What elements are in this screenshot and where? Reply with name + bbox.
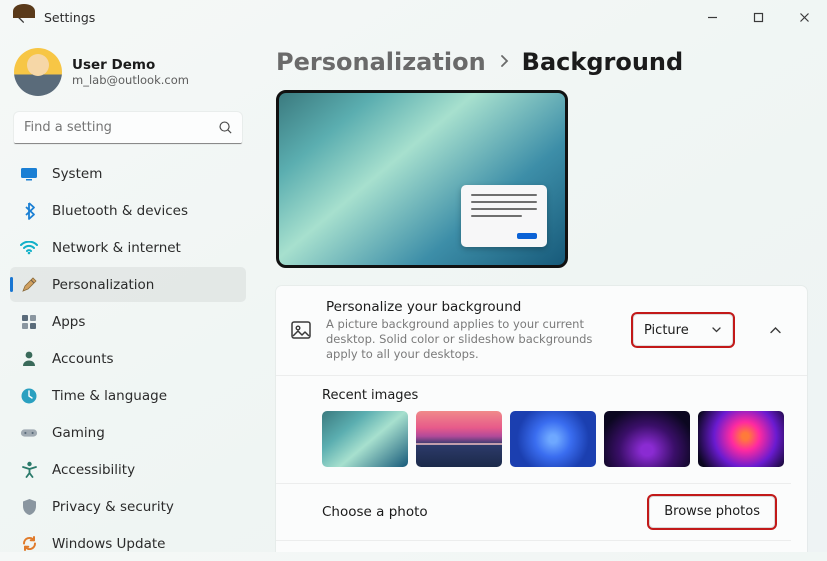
main-content: Personalization Background Personalize y… bbox=[252, 34, 827, 552]
recent-thumbnail[interactable] bbox=[510, 411, 596, 467]
search-icon bbox=[218, 120, 233, 139]
sidebar-item-accessibility[interactable]: Accessibility bbox=[10, 452, 246, 487]
choose-photo-row: Choose a photo Browse photos bbox=[276, 483, 791, 540]
gamepad-icon bbox=[20, 424, 38, 442]
nav-label: Gaming bbox=[52, 425, 105, 441]
person-icon bbox=[20, 350, 38, 368]
window-title: Settings bbox=[44, 10, 95, 25]
background-type-dropdown[interactable]: Picture bbox=[633, 314, 733, 346]
recent-label: Recent images bbox=[322, 388, 791, 403]
wifi-icon bbox=[20, 239, 38, 257]
recent-thumbnails bbox=[322, 411, 791, 467]
choose-photo-label: Choose a photo bbox=[322, 504, 428, 520]
update-icon bbox=[20, 535, 38, 553]
nav-label: Accounts bbox=[52, 351, 114, 367]
dropdown-value: Picture bbox=[644, 323, 689, 338]
picture-icon bbox=[290, 319, 312, 341]
preview-window bbox=[461, 185, 547, 247]
nav-label: Personalization bbox=[52, 277, 154, 293]
background-card: Personalize your background A picture ba… bbox=[276, 286, 807, 552]
apps-icon bbox=[20, 313, 38, 331]
nav-label: System bbox=[52, 166, 102, 182]
recent-thumbnail[interactable] bbox=[698, 411, 784, 467]
account-email: m_lab@outlook.com bbox=[72, 73, 189, 87]
search-input[interactable] bbox=[14, 112, 242, 144]
sidebar-item-update[interactable]: Windows Update bbox=[10, 526, 246, 561]
breadcrumb: Personalization Background bbox=[276, 48, 807, 76]
recent-thumbnail[interactable] bbox=[416, 411, 502, 467]
sidebar: User Demo m_lab@outlook.com System Bluet… bbox=[0, 34, 252, 552]
avatar bbox=[14, 48, 62, 96]
collapse-button[interactable] bbox=[759, 314, 791, 346]
clock-globe-icon bbox=[20, 387, 38, 405]
button-label: Browse photos bbox=[664, 504, 760, 519]
monitor-icon bbox=[20, 165, 38, 183]
search-box bbox=[14, 112, 242, 144]
titlebar: Settings bbox=[0, 0, 827, 34]
bluetooth-icon bbox=[20, 202, 38, 220]
breadcrumb-current: Background bbox=[522, 48, 684, 76]
sidebar-item-bluetooth[interactable]: Bluetooth & devices bbox=[10, 193, 246, 228]
sidebar-item-personalization[interactable]: Personalization bbox=[10, 267, 246, 302]
nav-label: Time & language bbox=[52, 388, 167, 404]
sidebar-item-system[interactable]: System bbox=[10, 156, 246, 191]
card-body: Recent images Choose a photo Browse phot… bbox=[276, 375, 807, 552]
browse-photos-button[interactable]: Browse photos bbox=[649, 496, 775, 528]
chevron-down-icon bbox=[711, 323, 722, 338]
shield-icon bbox=[20, 498, 38, 516]
breadcrumb-parent[interactable]: Personalization bbox=[276, 48, 486, 76]
nav: System Bluetooth & devices Network & int… bbox=[10, 156, 246, 561]
window-controls bbox=[689, 0, 827, 34]
minimize-button[interactable] bbox=[689, 0, 735, 34]
personalize-title: Personalize your background bbox=[326, 299, 611, 315]
sidebar-item-network[interactable]: Network & internet bbox=[10, 230, 246, 265]
personalize-desc: A picture background applies to your cur… bbox=[326, 317, 611, 362]
sidebar-item-gaming[interactable]: Gaming bbox=[10, 415, 246, 450]
sidebar-item-accounts[interactable]: Accounts bbox=[10, 341, 246, 376]
nav-label: Accessibility bbox=[52, 462, 135, 478]
card-header: Personalize your background A picture ba… bbox=[276, 286, 807, 375]
nav-label: Privacy & security bbox=[52, 499, 174, 515]
desktop-preview bbox=[276, 90, 568, 268]
account-name: User Demo bbox=[72, 57, 189, 73]
sidebar-item-time-language[interactable]: Time & language bbox=[10, 378, 246, 413]
sidebar-item-apps[interactable]: Apps bbox=[10, 304, 246, 339]
account-block[interactable]: User Demo m_lab@outlook.com bbox=[10, 44, 246, 110]
recent-thumbnail[interactable] bbox=[322, 411, 408, 467]
nav-label: Apps bbox=[52, 314, 85, 330]
nav-label: Windows Update bbox=[52, 536, 165, 552]
accessibility-icon bbox=[20, 461, 38, 479]
settings-window: Settings User Demo m_lab@outlook.com bbox=[0, 0, 827, 552]
nav-label: Bluetooth & devices bbox=[52, 203, 188, 219]
choose-fit-row: Choose a fit for your desktop image Fill bbox=[276, 540, 791, 552]
maximize-button[interactable] bbox=[735, 0, 781, 34]
sidebar-item-privacy[interactable]: Privacy & security bbox=[10, 489, 246, 524]
close-button[interactable] bbox=[781, 0, 827, 34]
nav-label: Network & internet bbox=[52, 240, 181, 256]
recent-thumbnail[interactable] bbox=[604, 411, 690, 467]
chevron-right-icon bbox=[498, 53, 510, 72]
paintbrush-icon bbox=[20, 276, 38, 294]
